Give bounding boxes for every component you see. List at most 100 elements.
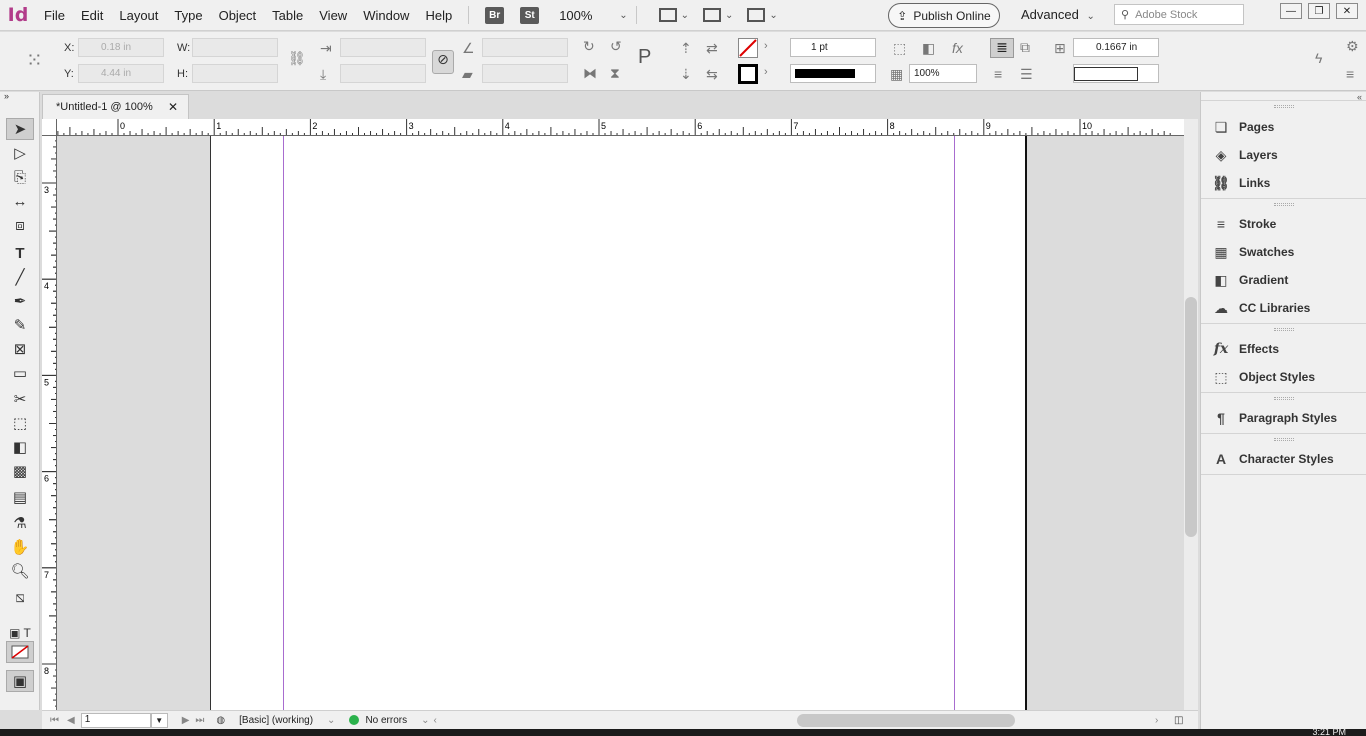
open-in-window-icon[interactable]: ◍ — [216, 715, 225, 726]
panel-character-styles[interactable]: A Character Styles — [1211, 451, 1334, 467]
menu-layout[interactable]: Layout — [111, 8, 166, 23]
bridge-button[interactable]: Br — [485, 6, 505, 24]
h-field[interactable] — [192, 64, 278, 83]
constrain-proportions-icon[interactable]: ⛓ — [288, 50, 306, 67]
quick-apply-icon[interactable]: ϟ — [1315, 50, 1322, 66]
panel-menu-icon[interactable]: ≡ — [1346, 66, 1354, 82]
screen-mode-icon[interactable] — [702, 8, 721, 22]
panel-stroke[interactable]: ≡ Stroke — [1211, 216, 1276, 232]
close-tab-icon[interactable]: ✕ — [168, 100, 178, 114]
zoom-tool-icon[interactable]: 🔍︎ — [6, 560, 34, 582]
preflight-profile[interactable]: [Basic] (working) — [239, 715, 313, 726]
panel-group-grip-5[interactable] — [1274, 438, 1294, 441]
constrain-scale-icon[interactable]: ⊘ — [432, 50, 454, 74]
page-dropdown-icon[interactable]: ▼ — [150, 712, 168, 728]
x-field[interactable]: 0.18 in — [78, 38, 164, 57]
minimize-button[interactable]: — — [1280, 3, 1302, 19]
gap-field[interactable]: 0.1667 in — [1073, 38, 1159, 57]
panel-options-icon[interactable]: ⚙ — [1346, 38, 1359, 55]
scissors-tool-icon[interactable]: ✂ — [6, 388, 34, 410]
page-tool-icon[interactable]: ⎘ — [6, 166, 34, 188]
opacity-field[interactable]: 100% — [909, 64, 977, 83]
menu-window[interactable]: Window — [355, 8, 417, 23]
scroll-right-icon[interactable]: › — [1155, 715, 1158, 726]
menu-file[interactable]: File — [36, 8, 73, 23]
scale-x-field[interactable] — [340, 38, 426, 57]
collapse-tools-icon[interactable]: » — [4, 91, 32, 101]
screen-mode-tool-icon[interactable]: ▣ — [6, 670, 34, 692]
panel-cc-libraries[interactable]: ☁ CC Libraries — [1211, 300, 1310, 316]
flip-vertical-icon[interactable]: ⧗ — [610, 65, 620, 82]
menu-table[interactable]: Table — [264, 8, 311, 23]
panel-object-styles[interactable]: ⬚ Object Styles — [1211, 369, 1315, 385]
text-wrap-bbox-icon[interactable]: ⧉ — [1020, 39, 1030, 56]
errors-dropdown-icon[interactable]: ⌄ — [421, 715, 429, 726]
profile-dropdown-icon[interactable]: ⌄ — [327, 715, 335, 726]
pen-tool-icon[interactable]: ✒ — [6, 290, 34, 312]
select-next-icon[interactable]: ⇆ — [706, 66, 718, 83]
y-field[interactable]: 4.44 in — [78, 64, 164, 83]
ruler-origin[interactable] — [42, 119, 57, 136]
panel-paragraph-styles[interactable]: ¶ Paragraph Styles — [1211, 410, 1337, 426]
w-field[interactable] — [192, 38, 278, 57]
restore-button[interactable]: ❐ — [1308, 3, 1330, 19]
type-tool-icon[interactable]: T — [6, 242, 34, 264]
panel-group-grip-4[interactable] — [1274, 397, 1294, 400]
arrange-documents-icon[interactable] — [747, 8, 766, 22]
text-wrap-none-icon[interactable]: ≣ — [990, 38, 1014, 58]
workspace-switcher[interactable]: Advanced ⌄ — [1021, 7, 1095, 22]
drop-shadow-icon[interactable]: ◧ — [922, 40, 935, 57]
scale-y-field[interactable] — [340, 64, 426, 83]
previous-page-icon[interactable]: ◀ — [67, 715, 75, 726]
panel-swatches[interactable]: ▦ Swatches — [1211, 244, 1294, 260]
stroke-black-swatch[interactable] — [738, 64, 758, 84]
view-options-chevron-icon[interactable]: ⌄ — [681, 10, 689, 21]
auto-fit-icon[interactable]: ⬚ — [893, 40, 906, 57]
vertical-ruler[interactable]: 3 4 5 6 7 8 — [42, 136, 57, 710]
stroke-swatch-menu-icon[interactable]: › — [764, 66, 768, 78]
eyedropper-tool-icon[interactable]: ⚗ — [6, 512, 34, 534]
panel-pages[interactable]: ❏ Pages — [1211, 119, 1275, 135]
gradient-swatch-tool-icon[interactable]: ◧ — [6, 436, 34, 458]
gradient-feather-tool-icon[interactable]: ▩ — [6, 460, 34, 482]
page-number-field[interactable]: 1 — [80, 712, 151, 728]
horizontal-scroll-thumb[interactable] — [797, 714, 1015, 727]
shear-field[interactable] — [482, 64, 568, 83]
direct-selection-tool-icon[interactable]: ▷ — [6, 142, 34, 164]
fill-none-swatch[interactable] — [738, 38, 758, 58]
object-style-select[interactable] — [1073, 64, 1159, 83]
menu-object[interactable]: Object — [211, 8, 265, 23]
free-transform-tool-icon[interactable]: ⬚ — [6, 412, 34, 434]
last-page-icon[interactable]: ⏭ — [195, 715, 204, 726]
rectangle-tool-icon[interactable]: ▭ — [6, 362, 34, 384]
rotation-field[interactable] — [482, 38, 568, 57]
panel-layers[interactable]: ◈ Layers — [1211, 147, 1278, 163]
split-window-icon[interactable]: ◫ — [1174, 715, 1183, 726]
zoom-dropdown-icon[interactable]: ⌄ — [619, 10, 627, 21]
screen-mode-chevron-icon[interactable]: ⌄ — [725, 10, 733, 21]
document-tab[interactable]: *Untitled-1 @ 100% ✕ — [42, 94, 189, 119]
stock-search-input[interactable]: ⚲ Adobe Stock — [1114, 4, 1244, 25]
menu-view[interactable]: View — [311, 8, 355, 23]
apply-none-icon[interactable] — [6, 641, 34, 663]
document-page[interactable] — [210, 136, 1027, 710]
fill-swatch-menu-icon[interactable]: › — [764, 40, 768, 52]
panel-effects[interactable]: fx Effects — [1211, 341, 1279, 357]
pencil-tool-icon[interactable]: ✎ — [6, 314, 34, 336]
view-options-icon[interactable] — [658, 8, 677, 22]
panel-group-grip[interactable] — [1274, 105, 1294, 108]
flip-horizontal-icon[interactable]: ⧓ — [583, 65, 597, 82]
rectangle-frame-tool-icon[interactable]: ⊠ — [6, 338, 34, 360]
fx-icon[interactable]: fx — [952, 40, 963, 56]
close-window-button[interactable]: ✕ — [1336, 3, 1358, 19]
preflight-errors[interactable]: No errors — [365, 715, 407, 726]
menu-edit[interactable]: Edit — [73, 8, 111, 23]
text-wrap-shape-icon[interactable]: ≡ — [994, 66, 1002, 82]
rotate-ccw-icon[interactable]: ↺ — [610, 38, 622, 55]
panel-links[interactable]: ⛓ Links — [1211, 175, 1270, 191]
scroll-left-icon[interactable]: ‹ — [434, 715, 437, 726]
menu-help[interactable]: Help — [417, 8, 460, 23]
stock-button[interactable]: St — [520, 6, 540, 24]
arrange-documents-chevron-icon[interactable]: ⌄ — [769, 10, 777, 21]
rotate-cw-icon[interactable]: ↻ — [583, 38, 595, 55]
